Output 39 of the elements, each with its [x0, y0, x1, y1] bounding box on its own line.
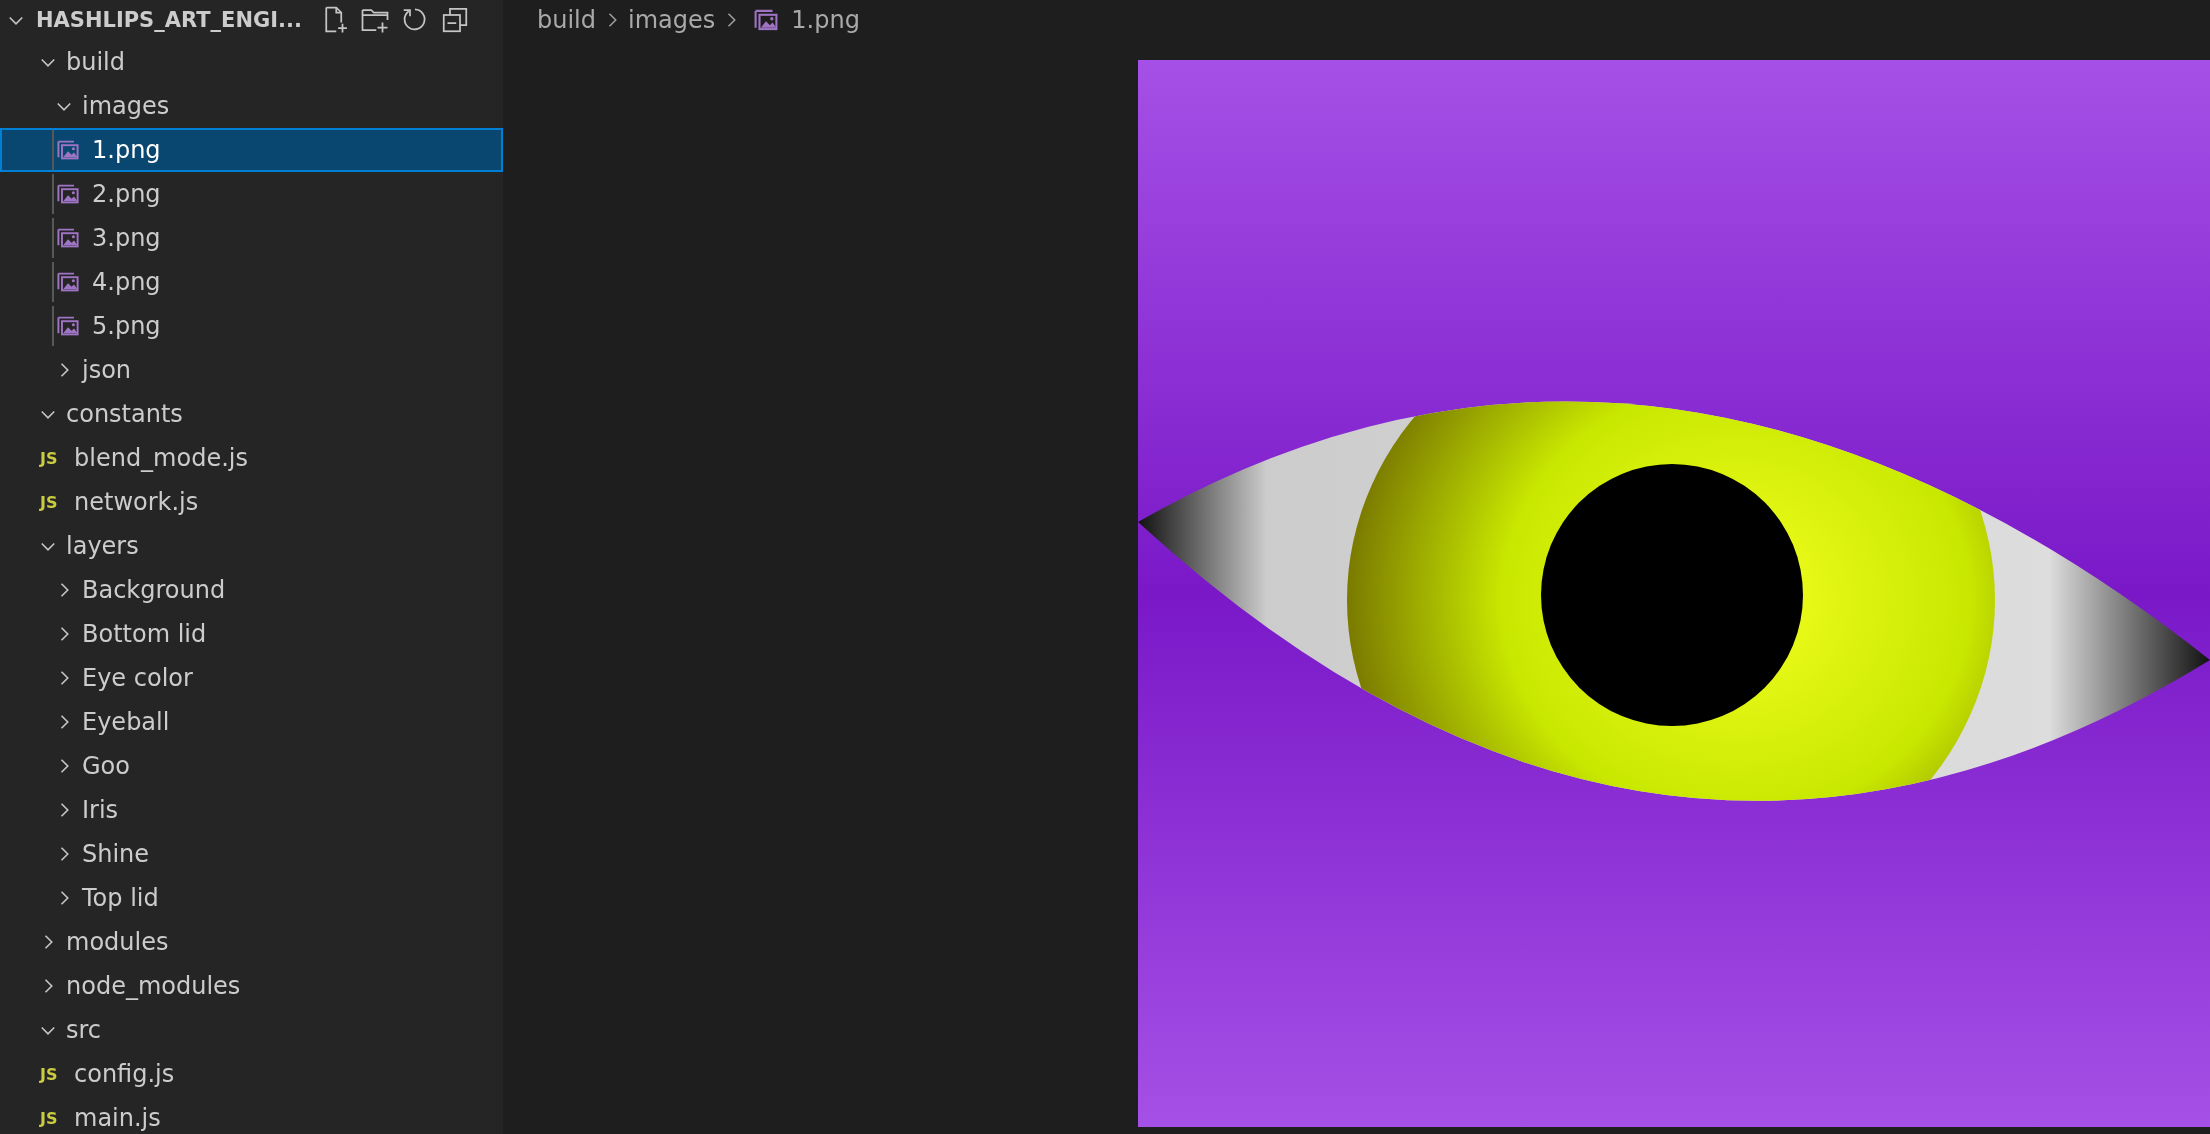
breadcrumb-item[interactable]: 1.png [791, 6, 860, 34]
tree-item[interactable]: JS blend_mode.js [0, 436, 503, 480]
image-file-icon [56, 314, 80, 338]
breadcrumb-item[interactable]: build [537, 6, 596, 34]
explorer-title[interactable]: HASHLIPS_ART_ENGI... [36, 8, 302, 32]
tree-item[interactable]: 1.png [0, 128, 503, 172]
js-file-icon: JS [40, 1108, 66, 1128]
js-file-icon: JS [40, 492, 66, 512]
tree-item[interactable]: Goo [0, 744, 503, 788]
tree-item[interactable]: 5.png [0, 304, 503, 348]
tree-item[interactable]: layers [0, 524, 503, 568]
tree-item[interactable]: src [0, 1008, 503, 1052]
image-file-icon [56, 138, 80, 162]
tree-item[interactable]: 3.png [0, 216, 503, 260]
breadcrumb-item[interactable]: images [628, 6, 716, 34]
tree-item[interactable]: build [0, 40, 503, 84]
tree-item[interactable]: Background [0, 568, 503, 612]
tree-item[interactable]: Eye color [0, 656, 503, 700]
js-file-icon: JS [40, 448, 66, 468]
tree-item[interactable]: modules [0, 920, 503, 964]
tree-item[interactable]: 2.png [0, 172, 503, 216]
image-file-icon [56, 226, 80, 250]
tree-item[interactable]: Bottom lid [0, 612, 503, 656]
tree-item[interactable]: Iris [0, 788, 503, 832]
image-file-icon [56, 182, 80, 206]
tree-item[interactable]: node_modules [0, 964, 503, 1008]
image-file-icon [753, 7, 780, 33]
image-file-icon [56, 270, 80, 294]
tree-item[interactable]: Top lid [0, 876, 503, 920]
tree-item[interactable]: 4.png [0, 260, 503, 304]
tree-item[interactable]: images [0, 84, 503, 128]
tree-item[interactable]: Eyeball [0, 700, 503, 744]
tree-item[interactable]: JS network.js [0, 480, 503, 524]
tree-item[interactable]: JS config.js [0, 1052, 503, 1096]
tree-item[interactable]: json [0, 348, 503, 392]
tree-item[interactable]: constants [0, 392, 503, 436]
tree-item[interactable]: JS main.js [0, 1096, 503, 1134]
js-file-icon: JS [40, 1064, 66, 1084]
tree-item[interactable]: Shine [0, 832, 503, 876]
